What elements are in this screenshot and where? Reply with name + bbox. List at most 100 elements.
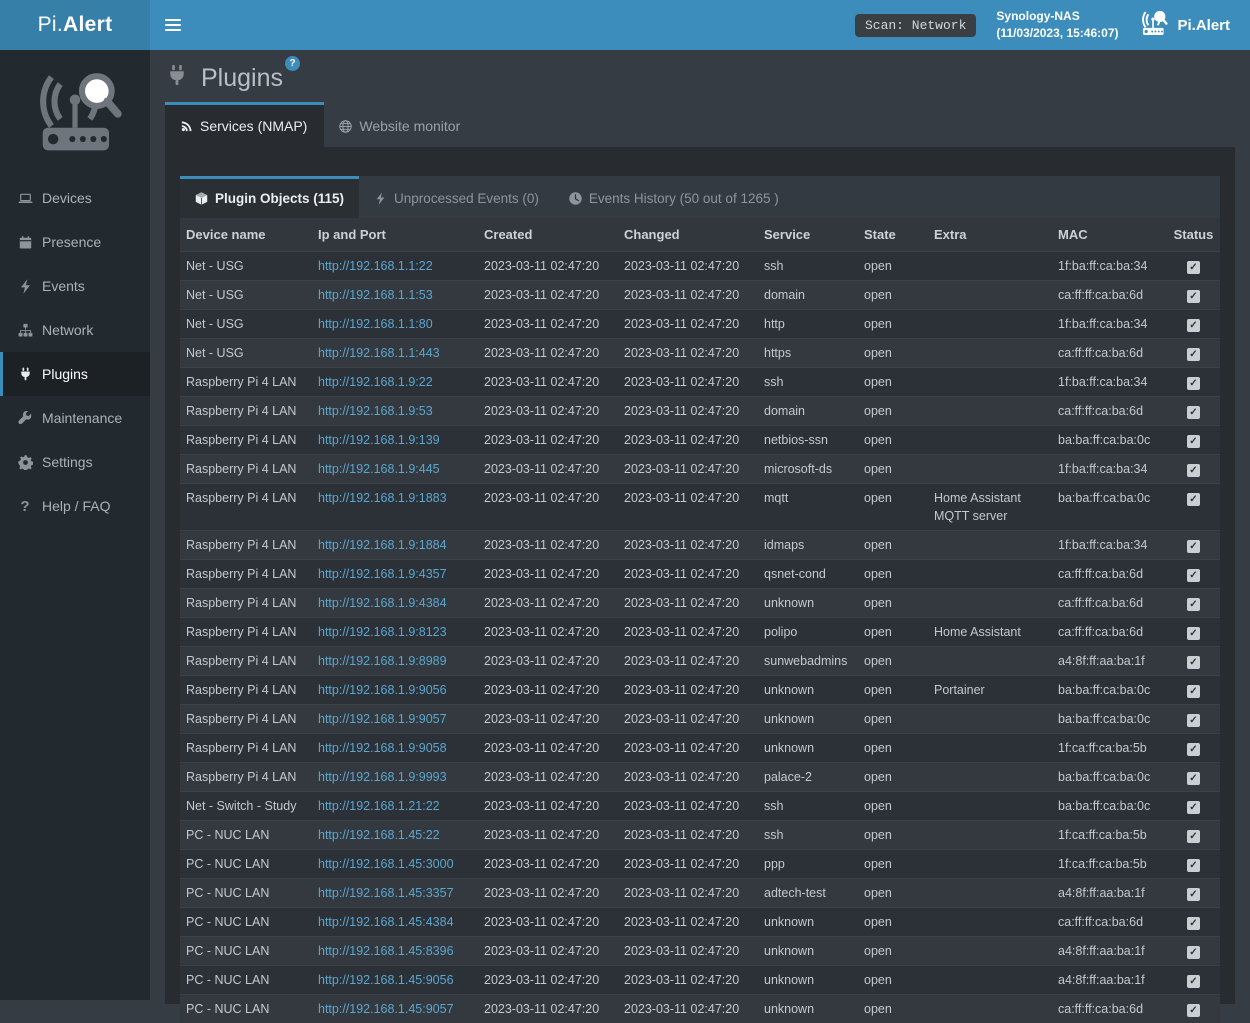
column-header-ip-and-port[interactable]: Ip and Port	[312, 218, 478, 252]
cell-extra	[928, 252, 1052, 281]
ip-port-link[interactable]: http://192.168.1.45:3000	[318, 857, 454, 871]
cell-extra	[928, 310, 1052, 339]
tab-website-monitor[interactable]: Website monitor	[324, 102, 477, 147]
status-checkbox[interactable]: ✓	[1187, 464, 1200, 477]
column-header-device-name[interactable]: Device name	[180, 218, 312, 252]
column-header-created[interactable]: Created	[478, 218, 618, 252]
app-logo[interactable]: Pi.Alert	[0, 0, 150, 50]
column-header-extra[interactable]: Extra	[928, 218, 1052, 252]
ip-port-link[interactable]: http://192.168.1.9:53	[318, 404, 433, 418]
cell-status: ✓	[1167, 734, 1220, 763]
status-checkbox[interactable]: ✓	[1187, 743, 1200, 756]
status-checkbox[interactable]: ✓	[1187, 975, 1200, 988]
status-checkbox[interactable]: ✓	[1187, 540, 1200, 553]
cell-extra	[928, 589, 1052, 618]
ip-port-link[interactable]: http://192.168.1.21:22	[318, 799, 440, 813]
ip-port-link[interactable]: http://192.168.1.9:9058	[318, 741, 447, 755]
status-checkbox[interactable]: ✓	[1187, 493, 1200, 506]
status-checkbox[interactable]: ✓	[1187, 830, 1200, 843]
ip-port-link[interactable]: http://192.168.1.9:9993	[318, 770, 447, 784]
ip-port-link[interactable]: http://192.168.1.9:1884	[318, 538, 447, 552]
sidebar-item-plugins[interactable]: Plugins	[0, 352, 150, 396]
ip-port-link[interactable]: http://192.168.1.1:80	[318, 317, 433, 331]
ip-port-link[interactable]: http://192.168.1.1:443	[318, 346, 440, 360]
column-header-state[interactable]: State	[858, 218, 928, 252]
status-checkbox[interactable]: ✓	[1187, 598, 1200, 611]
status-checkbox[interactable]: ✓	[1187, 917, 1200, 930]
ip-port-link[interactable]: http://192.168.1.9:22	[318, 375, 433, 389]
status-checkbox[interactable]: ✓	[1187, 685, 1200, 698]
ip-port-link[interactable]: http://192.168.1.9:8123	[318, 625, 447, 639]
status-checkbox[interactable]: ✓	[1187, 290, 1200, 303]
sidebar-item-presence[interactable]: Presence	[0, 220, 150, 264]
ip-port-link[interactable]: http://192.168.1.45:8396	[318, 944, 454, 958]
status-checkbox[interactable]: ✓	[1187, 319, 1200, 332]
cell-changed: 2023-03-11 02:47:20	[618, 908, 758, 937]
ip-port-link[interactable]: http://192.168.1.9:8989	[318, 654, 447, 668]
sidebar-item-network[interactable]: Network	[0, 308, 150, 352]
cell-mac: 1f:ca:ff:ca:ba:5b	[1052, 821, 1167, 850]
status-checkbox[interactable]: ✓	[1187, 627, 1200, 640]
cell-service: mqtt	[758, 484, 858, 531]
sidebar-item-settings[interactable]: Settings	[0, 440, 150, 484]
ip-port-link[interactable]: http://192.168.1.9:139	[318, 433, 440, 447]
cell-device-name: PC - NUC LAN	[180, 850, 312, 879]
sidebar-item-events[interactable]: Events	[0, 264, 150, 308]
cell-service: sunwebadmins	[758, 647, 858, 676]
status-checkbox[interactable]: ✓	[1187, 348, 1200, 361]
subtab-unprocessed-events-0[interactable]: Unprocessed Events (0)	[359, 176, 554, 218]
status-checkbox[interactable]: ✓	[1187, 714, 1200, 727]
ip-port-link[interactable]: http://192.168.1.9:9056	[318, 683, 447, 697]
table-header-row: Device nameIp and PortCreatedChangedServ…	[180, 218, 1220, 252]
column-header-mac[interactable]: MAC	[1052, 218, 1167, 252]
table-row: Raspberry Pi 4 LANhttp://192.168.1.9:905…	[180, 676, 1220, 705]
ip-port-link[interactable]: http://192.168.1.45:4384	[318, 915, 454, 929]
column-header-status[interactable]: Status	[1167, 218, 1220, 252]
tab-services-nmap[interactable]: Services (NMAP)	[165, 102, 324, 147]
cell-mac: ba:ba:ff:ca:ba:0c	[1052, 484, 1167, 531]
ip-port-link[interactable]: http://192.168.1.45:9057	[318, 1002, 454, 1016]
status-checkbox[interactable]: ✓	[1187, 435, 1200, 448]
status-checkbox[interactable]: ✓	[1187, 377, 1200, 390]
ip-port-link[interactable]: http://192.168.1.9:4357	[318, 567, 447, 581]
cell-changed: 2023-03-11 02:47:20	[618, 281, 758, 310]
cell-device-name: Net - Switch - Study	[180, 792, 312, 821]
ip-port-link[interactable]: http://192.168.1.1:53	[318, 288, 433, 302]
status-checkbox[interactable]: ✓	[1187, 859, 1200, 872]
status-checkbox[interactable]: ✓	[1187, 888, 1200, 901]
cell-mac: ba:ba:ff:ca:ba:0c	[1052, 676, 1167, 705]
sidebar-toggle-button[interactable]	[150, 0, 196, 50]
status-checkbox[interactable]: ✓	[1187, 406, 1200, 419]
column-header-service[interactable]: Service	[758, 218, 858, 252]
ip-port-link[interactable]: http://192.168.1.9:4384	[318, 596, 447, 610]
sidebar-item-help-faq[interactable]: ?Help / FAQ	[0, 484, 150, 528]
ip-port-link[interactable]: http://192.168.1.9:1883	[318, 491, 447, 505]
subtab-plugin-objects-115[interactable]: Plugin Objects (115)	[180, 176, 359, 218]
status-checkbox[interactable]: ✓	[1187, 946, 1200, 959]
help-badge[interactable]: ?	[285, 56, 300, 71]
cube-icon	[195, 192, 208, 205]
subtab-events-history-50-out-of-1265[interactable]: Events History (50 out of 1265 )	[554, 176, 794, 218]
sidebar-item-label: Plugins	[42, 366, 88, 382]
ip-port-link[interactable]: http://192.168.1.45:9056	[318, 973, 454, 987]
status-checkbox[interactable]: ✓	[1187, 569, 1200, 582]
navbar-brand[interactable]: Pi.Alert	[1138, 8, 1238, 42]
status-checkbox[interactable]: ✓	[1187, 772, 1200, 785]
cell-created: 2023-03-11 02:47:20	[478, 589, 618, 618]
sidebar-item-devices[interactable]: Devices	[0, 176, 150, 220]
column-header-changed[interactable]: Changed	[618, 218, 758, 252]
status-checkbox[interactable]: ✓	[1187, 1004, 1200, 1017]
status-checkbox[interactable]: ✓	[1187, 801, 1200, 814]
ip-port-link[interactable]: http://192.168.1.1:22	[318, 259, 433, 273]
ip-port-link[interactable]: http://192.168.1.45:22	[318, 828, 440, 842]
ip-port-link[interactable]: http://192.168.1.45:3357	[318, 886, 454, 900]
sidebar-item-maintenance[interactable]: Maintenance	[0, 396, 150, 440]
sidebar-item-label: Devices	[42, 190, 92, 206]
cell-changed: 2023-03-11 02:47:20	[618, 937, 758, 966]
status-checkbox[interactable]: ✓	[1187, 656, 1200, 669]
table-row: Raspberry Pi 4 LANhttp://192.168.1.9:188…	[180, 531, 1220, 560]
ip-port-link[interactable]: http://192.168.1.9:9057	[318, 712, 447, 726]
cell-changed: 2023-03-11 02:47:20	[618, 763, 758, 792]
ip-port-link[interactable]: http://192.168.1.9:445	[318, 462, 440, 476]
status-checkbox[interactable]: ✓	[1187, 261, 1200, 274]
